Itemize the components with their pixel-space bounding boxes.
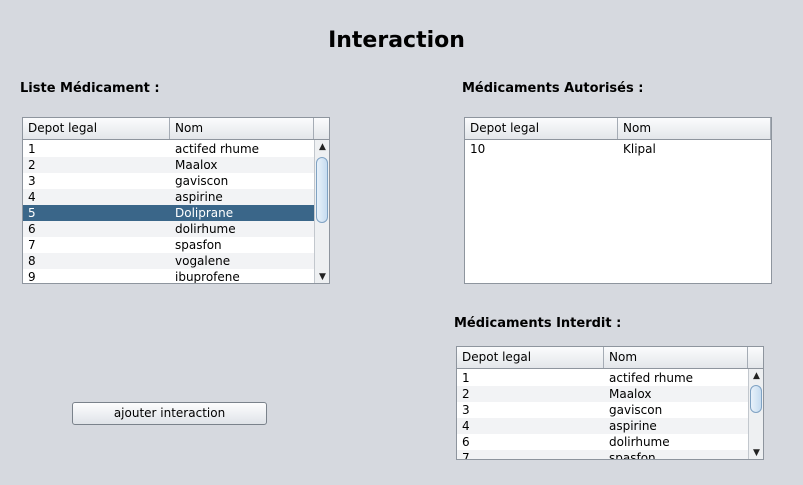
cell-depot-legal: 7 [462, 451, 470, 460]
table-row[interactable]: 10 Klipal [465, 141, 771, 157]
cell-depot-legal: 1 [28, 142, 36, 156]
cell-nom: spasfon [609, 451, 656, 460]
cell-depot-legal: 4 [462, 419, 470, 433]
cell-depot-legal: 4 [28, 190, 36, 204]
cell-depot-legal: 2 [28, 158, 36, 172]
column-header-depot-legal[interactable]: Depot legal [457, 347, 604, 368]
medicaments-autorises-body: 10 Klipal [465, 140, 771, 283]
liste-medicament-table[interactable]: Depot legal Nom 1 actifed rhume 2 Maalox 3 ga… [22, 117, 330, 284]
column-header-filler [314, 118, 329, 139]
cell-nom: dolirhume [609, 435, 670, 449]
cell-depot-legal: 6 [28, 222, 36, 236]
cell-nom: spasfon [175, 238, 222, 252]
vertical-scrollbar[interactable]: ▲ ▼ [748, 369, 763, 459]
table-row[interactable]: 5 Doliprane [23, 205, 314, 221]
cell-depot-legal: 2 [462, 387, 470, 401]
cell-depot-legal: 1 [462, 371, 470, 385]
medicaments-interdit-label: Médicaments Interdit : [454, 316, 622, 331]
cell-depot-legal: 10 [470, 142, 486, 156]
table-row[interactable]: 3 gaviscon [457, 402, 748, 418]
table-row[interactable]: 2 Maalox [457, 386, 748, 402]
table-row[interactable]: 7 spasfon [457, 450, 748, 460]
cell-nom: dolirhume [175, 222, 236, 236]
table-row[interactable]: 6 dolirhume [23, 221, 314, 237]
column-header-nom[interactable]: Nom [618, 118, 771, 139]
cell-nom: Maalox [609, 387, 652, 401]
cell-nom: Maalox [175, 158, 218, 172]
medicaments-interdit-table[interactable]: Depot legal Nom 1 actifed rhume 2 Maalox 3 ga… [456, 346, 764, 460]
cell-nom: actifed rhume [609, 371, 694, 385]
medicaments-autorises-table[interactable]: Depot legal Nom 10 Klipal [464, 117, 772, 284]
table-row[interactable]: 4 aspirine [23, 189, 314, 205]
cell-depot-legal: 3 [462, 403, 470, 417]
table-row[interactable]: 7 spasfon [23, 237, 314, 253]
table-row[interactable]: 3 gaviscon [23, 173, 314, 189]
table-row[interactable]: 4 aspirine [457, 418, 748, 434]
table-row[interactable]: 2 Maalox [23, 157, 314, 173]
cell-depot-legal: 8 [28, 254, 36, 268]
cell-nom: ibuprofene [175, 270, 240, 284]
cell-nom: gaviscon [609, 403, 663, 417]
cell-nom: actifed rhume [175, 142, 260, 156]
scroll-up-icon[interactable]: ▲ [749, 369, 763, 383]
table-row[interactable]: 1 actifed rhume [457, 370, 748, 386]
cell-nom: aspirine [175, 190, 223, 204]
row-container: 10 Klipal [465, 141, 771, 157]
column-header-depot-legal[interactable]: Depot legal [465, 118, 618, 139]
cell-depot-legal: 7 [28, 238, 36, 252]
page-title: Interaction [328, 28, 465, 53]
liste-medicament-label: Liste Médicament : [20, 81, 160, 96]
liste-medicament-body: 1 actifed rhume 2 Maalox 3 gaviscon 4 aspirine 5… [23, 140, 329, 284]
medicaments-autorises-label: Médicaments Autorisés : [462, 81, 644, 96]
column-header-nom[interactable]: Nom [604, 347, 748, 368]
cell-nom: Doliprane [175, 206, 234, 220]
cell-nom: gaviscon [175, 174, 229, 188]
cell-depot-legal: 5 [28, 206, 36, 220]
cell-depot-legal: 3 [28, 174, 36, 188]
table-row[interactable]: 1 actifed rhume [23, 141, 314, 157]
table-header: Depot legal Nom [465, 118, 771, 140]
scroll-thumb[interactable] [316, 157, 328, 223]
cell-nom: Klipal [623, 142, 656, 156]
scroll-up-icon[interactable]: ▲ [315, 140, 329, 154]
vertical-scrollbar[interactable]: ▲ ▼ [314, 140, 329, 283]
table-row[interactable]: 9 ibuprofene [23, 269, 314, 284]
ajouter-interaction-button[interactable]: ajouter interaction [72, 402, 267, 425]
row-container: 1 actifed rhume 2 Maalox 3 gaviscon 4 aspirine 6… [457, 370, 748, 460]
table-header: Depot legal Nom [457, 347, 763, 369]
medicaments-interdit-body: 1 actifed rhume 2 Maalox 3 gaviscon 4 aspirine 6… [457, 369, 763, 460]
cell-depot-legal: 6 [462, 435, 470, 449]
table-row[interactable]: 8 vogalene [23, 253, 314, 269]
scroll-thumb[interactable] [750, 385, 762, 413]
column-header-filler [748, 347, 763, 368]
scroll-down-icon[interactable]: ▼ [749, 446, 763, 459]
scroll-down-icon[interactable]: ▼ [315, 270, 329, 283]
column-header-depot-legal[interactable]: Depot legal [23, 118, 170, 139]
table-header: Depot legal Nom [23, 118, 329, 140]
cell-depot-legal: 9 [28, 270, 36, 284]
table-row[interactable]: 6 dolirhume [457, 434, 748, 450]
cell-nom: vogalene [175, 254, 231, 268]
row-container: 1 actifed rhume 2 Maalox 3 gaviscon 4 aspirine 5… [23, 141, 314, 284]
column-header-nom[interactable]: Nom [170, 118, 314, 139]
cell-nom: aspirine [609, 419, 657, 433]
